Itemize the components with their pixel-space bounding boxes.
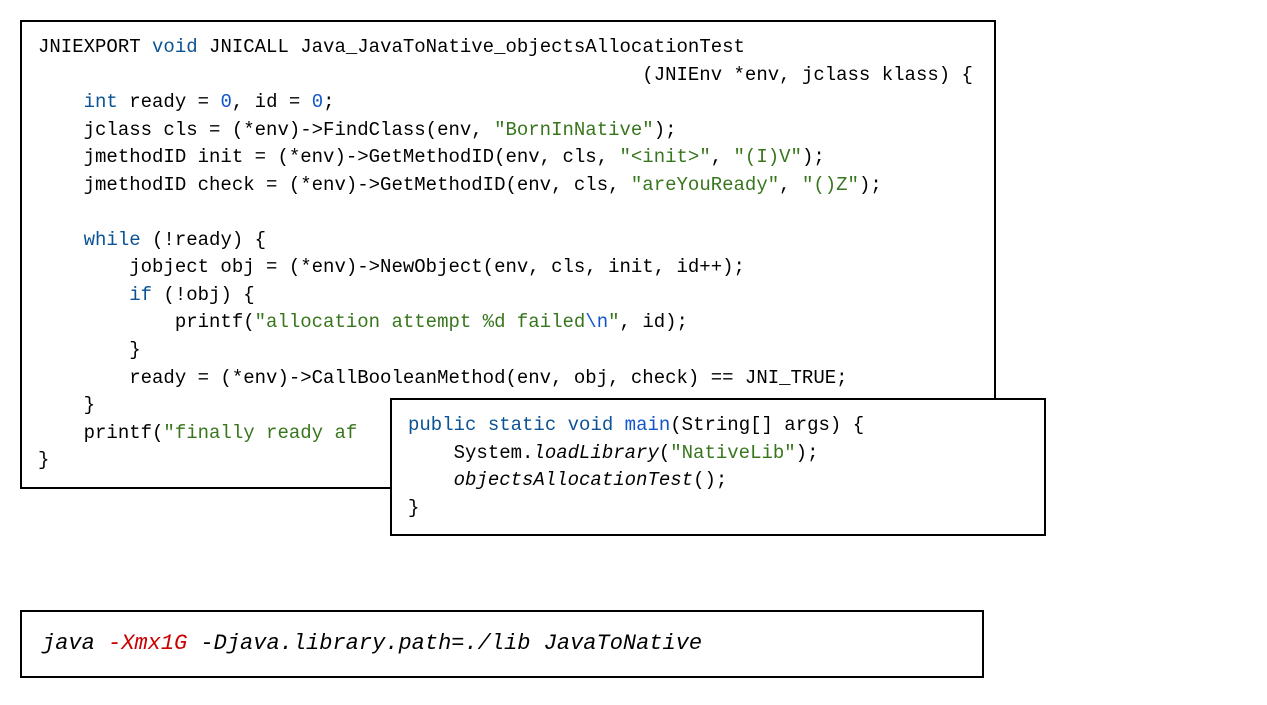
code-layout-wrapper: JNIEXPORT void JNICALL Java_JavaToNative… xyxy=(20,20,1020,560)
code-text: jobject obj = (*env)->NewObject(env, cls… xyxy=(38,256,745,278)
string-literal: "()Z" xyxy=(802,174,859,196)
escape-sequence: \n xyxy=(585,311,608,333)
code-text xyxy=(38,91,84,113)
code-text: ready = xyxy=(118,91,221,113)
code-text: jclass cls = (*env)->FindClass(env, xyxy=(38,119,494,141)
code-text: jmethodID init = (*env)->GetMethodID(env… xyxy=(38,146,620,168)
string-literal: " xyxy=(608,311,619,333)
code-text: printf( xyxy=(38,311,255,333)
code-text: JNICALL Java_JavaToNative_objectsAllocat… xyxy=(198,36,745,58)
code-text: (String[] args) { xyxy=(670,414,864,436)
number-literal: 0 xyxy=(312,91,323,113)
code-text: } xyxy=(38,449,49,471)
java-code-block: public static void main(String[] args) {… xyxy=(390,398,1046,536)
string-literal: "<init>" xyxy=(620,146,711,168)
code-text: (!obj) { xyxy=(152,284,255,306)
cmd-xmx-flag: -Xmx1G xyxy=(108,631,187,656)
code-text xyxy=(408,469,454,491)
code-text: ( xyxy=(659,442,670,464)
code-text xyxy=(38,284,129,306)
method-call-objectsallocationtest: objectsAllocationTest xyxy=(454,469,693,491)
keyword-int: int xyxy=(84,91,118,113)
keyword-public: public xyxy=(408,414,476,436)
string-literal: "BornInNative" xyxy=(494,119,654,141)
code-text: printf( xyxy=(38,422,163,444)
keyword-while: while xyxy=(84,229,141,251)
code-text: JNIEXPORT xyxy=(38,36,152,58)
cmd-rest: -Djava.library.path=./lib JavaToNative xyxy=(187,631,702,656)
code-text: System. xyxy=(408,442,533,464)
string-literal: "finally ready af xyxy=(163,422,357,444)
code-text: , id); xyxy=(620,311,688,333)
string-literal: "areYouReady" xyxy=(631,174,779,196)
keyword-if: if xyxy=(129,284,152,306)
code-text: ; xyxy=(323,91,334,113)
keyword-static: static xyxy=(488,414,556,436)
code-text: ); xyxy=(859,174,882,196)
code-text: ); xyxy=(654,119,677,141)
code-text: ready = (*env)->CallBooleanMethod(env, o… xyxy=(38,367,848,389)
code-text: (!ready) { xyxy=(141,229,266,251)
code-text: ); xyxy=(796,442,819,464)
method-name-main: main xyxy=(625,414,671,436)
code-text: } xyxy=(408,497,419,519)
code-text xyxy=(613,414,624,436)
number-literal: 0 xyxy=(220,91,231,113)
code-text: } xyxy=(38,339,141,361)
string-literal: "(I)V" xyxy=(734,146,802,168)
code-text: , xyxy=(711,146,734,168)
method-call-loadlibrary: loadLibrary xyxy=(533,442,658,464)
code-text: } xyxy=(38,394,95,416)
keyword-void: void xyxy=(568,414,614,436)
code-text xyxy=(38,229,84,251)
code-text: , id = xyxy=(232,91,312,113)
code-text xyxy=(476,414,487,436)
code-text xyxy=(556,414,567,436)
keyword-void: void xyxy=(152,36,198,58)
code-text: ); xyxy=(802,146,825,168)
code-text: (); xyxy=(693,469,727,491)
cmd-java: java xyxy=(42,631,108,656)
code-text: (JNIEnv *env, jclass klass) { xyxy=(38,64,973,86)
command-line-block: java -Xmx1G -Djava.library.path=./lib Ja… xyxy=(20,610,984,678)
code-text: jmethodID check = (*env)->GetMethodID(en… xyxy=(38,174,631,196)
string-literal: "allocation attempt %d failed xyxy=(255,311,586,333)
string-literal: "NativeLib" xyxy=(670,442,795,464)
code-text: , xyxy=(779,174,802,196)
